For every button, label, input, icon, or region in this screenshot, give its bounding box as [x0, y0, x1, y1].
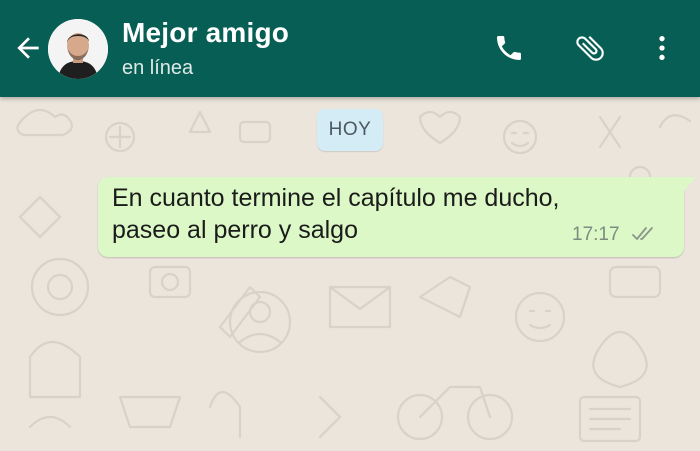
date-separator: HOY — [317, 109, 383, 151]
more-vert-icon — [659, 36, 665, 60]
outgoing-message-bubble[interactable]: En cuanto termine el capítulo me ducho, … — [98, 177, 696, 257]
double-check-icon — [632, 227, 653, 240]
contact-photo — [48, 19, 108, 79]
contact-status: en línea — [122, 57, 194, 79]
message-text-line: En cuanto termine el capítulo me ducho, — [112, 184, 560, 212]
phone-icon — [497, 36, 521, 60]
contact-info[interactable]: Mejor amigo en línea — [122, 15, 289, 81]
message-text-line: paseo al perro y salgo — [112, 216, 358, 244]
message-time: 17:17 — [572, 224, 620, 245]
contact-name: Mejor amigo — [122, 17, 290, 48]
chat-header: Mejor amigo en línea — [0, 0, 700, 97]
menu-button[interactable] — [642, 28, 682, 68]
back-button[interactable] — [10, 30, 46, 66]
attach-button[interactable] — [570, 28, 610, 68]
call-button[interactable] — [489, 28, 529, 68]
paperclip-icon — [576, 35, 604, 61]
avatar[interactable] — [48, 19, 108, 79]
chat-area[interactable]: HOY En cuanto termine el capítulo me duc… — [0, 97, 700, 451]
arrow-back-icon — [17, 37, 39, 59]
